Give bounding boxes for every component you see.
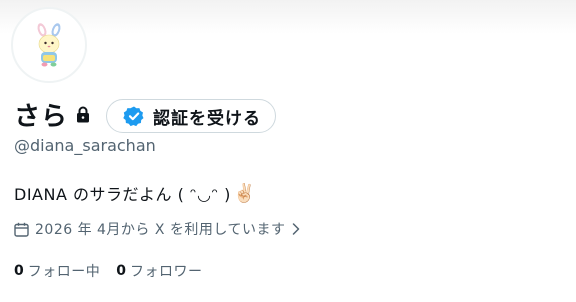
followers-link[interactable]: 0 フォロワー	[116, 261, 202, 281]
peace-sign-emoji: ✌🏻	[232, 182, 256, 204]
followers-label: フォロワー	[130, 264, 203, 280]
bio-text: DIANA のサラだよん ( ᵔ◡ᵔ )	[14, 185, 231, 204]
follow-stats: 0 フォロー中 0 フォロワー	[14, 261, 203, 281]
lock-icon	[76, 104, 92, 124]
following-label: フォロー中	[27, 264, 101, 280]
display-name: さら	[14, 101, 69, 132]
following-count: 0	[14, 263, 24, 279]
bunny-avatar-icon	[37, 23, 61, 67]
calendar-icon	[14, 221, 30, 237]
joined-text: 2026 年 4月から X を利用しています	[35, 222, 286, 238]
avatar[interactable]	[11, 7, 87, 83]
verified-badge-icon	[123, 105, 145, 127]
profile-page: さら 認証を受ける @diana_sarachan DIANA のサラだよん (…	[0, 0, 576, 302]
bio: DIANA のサラだよん ( ᵔ◡ᵔ ) ✌🏻	[14, 181, 256, 205]
following-link[interactable]: 0 フォロー中	[14, 261, 100, 281]
user-handle: @diana_sarachan	[14, 136, 156, 155]
get-verified-button[interactable]: 認証を受ける	[106, 99, 276, 133]
get-verified-label: 認証を受ける	[153, 108, 261, 129]
name-row: さら	[14, 96, 92, 132]
chevron-right-icon	[292, 222, 302, 236]
joined-date[interactable]: 2026 年 4月から X を利用しています	[14, 219, 302, 239]
profile-banner	[0, 0, 576, 34]
followers-count: 0	[116, 263, 126, 279]
